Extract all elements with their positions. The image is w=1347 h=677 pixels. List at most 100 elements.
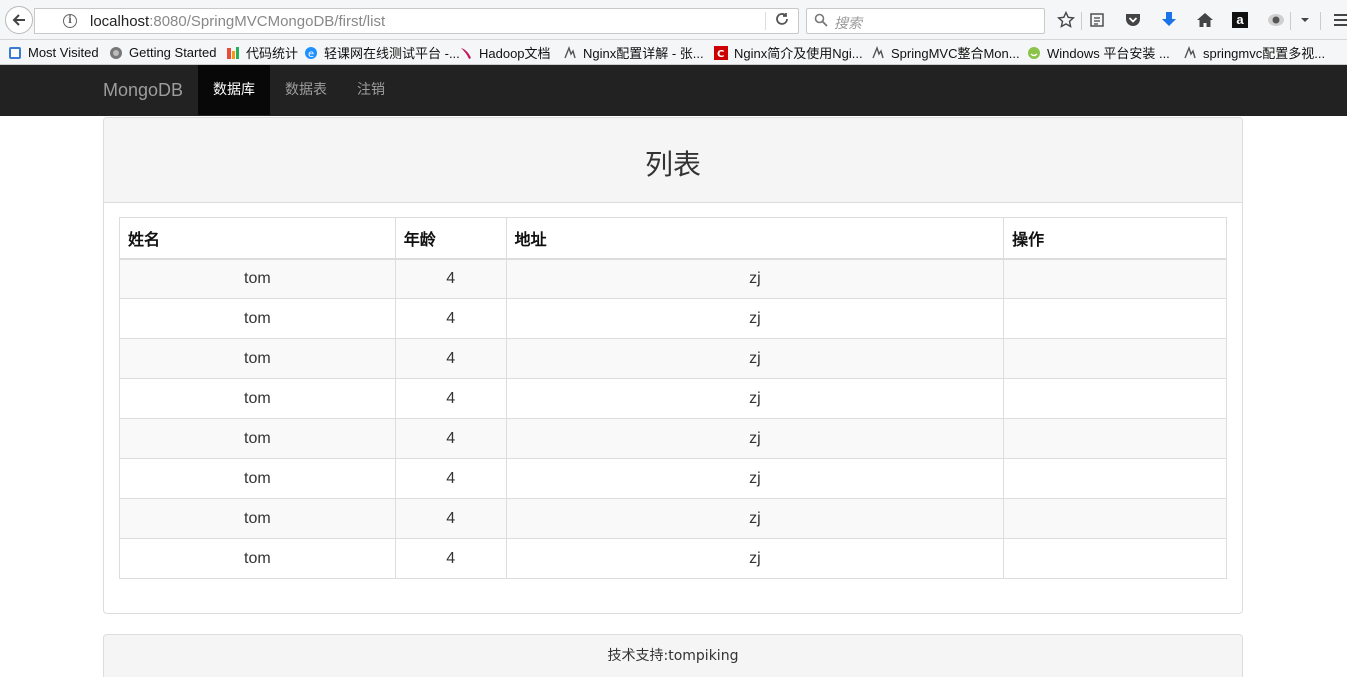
- url-bar[interactable]: i localhost:8080/SpringMVCMongoDB/first/…: [34, 8, 799, 34]
- search-input[interactable]: 搜索: [806, 8, 1045, 34]
- cell-name: tom: [119, 418, 396, 459]
- cell-address: zj: [505, 498, 1005, 539]
- site-info-icon[interactable]: i: [63, 14, 77, 28]
- bookmark-springmvc-views[interactable]: springmvc配置多视...: [1183, 44, 1325, 61]
- bookmark-online-test[interactable]: e 轻课网在线测试平台 -...: [304, 44, 460, 61]
- cell-age: 4: [394, 458, 507, 499]
- column-header-actions: 操作: [1003, 217, 1227, 260]
- cell-actions: [1003, 538, 1227, 579]
- table-row: tom 4 zj: [119, 418, 1227, 459]
- cell-actions: [1003, 338, 1227, 379]
- browser-toolbar: i localhost:8080/SpringMVCMongoDB/first/…: [0, 0, 1347, 40]
- cell-address: zj: [505, 458, 1005, 499]
- cell-name: tom: [119, 378, 396, 419]
- cell-actions: [1003, 258, 1227, 299]
- bookmarks-bar: Most Visited Getting Started 代码统计 e 轻课网在…: [0, 40, 1347, 65]
- footer: 技术支持:tompiking: [103, 634, 1243, 677]
- search-placeholder: 搜索: [834, 16, 862, 32]
- bookmark-most-visited[interactable]: Most Visited: [8, 44, 99, 61]
- smile-icon: [1027, 46, 1041, 60]
- list-panel: 列表 姓名 年龄 地址 操作 tom 4 zj tom 4 zj tom 4 zj tom 4…: [103, 117, 1243, 614]
- cell-actions: [1003, 498, 1227, 539]
- bookmark-star-icon[interactable]: [1055, 9, 1077, 31]
- cell-address: zj: [505, 538, 1005, 579]
- cell-age: 4: [394, 418, 507, 459]
- bookmark-code-stats[interactable]: 代码统计: [226, 44, 298, 61]
- toolbar-separator: [1081, 12, 1082, 30]
- cell-age: 4: [394, 538, 507, 579]
- bookmark-springmvc-mongo[interactable]: SpringMVC整合Mon...: [871, 44, 1020, 61]
- navbar: MongoDB 数据库 数据表 注销: [0, 65, 1347, 116]
- table-row: tom 4 zj: [119, 538, 1227, 579]
- back-button[interactable]: [5, 6, 33, 34]
- nav-item-datatable[interactable]: 数据表: [270, 65, 342, 115]
- cell-actions: [1003, 458, 1227, 499]
- reader-list-icon[interactable]: [1086, 9, 1108, 31]
- table-row: tom 4 zj: [119, 338, 1227, 379]
- toolbar-separator: [1290, 12, 1291, 30]
- page-title: 列表: [644, 148, 701, 181]
- bookmark-label: Hadoop文档: [479, 46, 551, 61]
- pocket-icon[interactable]: [1122, 9, 1144, 31]
- home-icon[interactable]: [1194, 9, 1216, 31]
- column-header-age: 年龄: [394, 217, 507, 260]
- toolbar-separator: [1320, 12, 1321, 30]
- amazon-icon[interactable]: a: [1229, 9, 1251, 31]
- extension-icon[interactable]: [1265, 9, 1287, 31]
- cell-age: 4: [394, 498, 507, 539]
- url-separator: [765, 12, 766, 30]
- cell-name: tom: [119, 538, 396, 579]
- download-icon[interactable]: [1158, 9, 1180, 31]
- cell-age: 4: [394, 338, 507, 379]
- chevron-down-icon[interactable]: [1294, 9, 1316, 31]
- svg-text:e: e: [308, 49, 314, 60]
- column-header-address: 地址: [505, 217, 1005, 260]
- url-host: localhost: [90, 12, 150, 30]
- reload-icon[interactable]: [774, 11, 790, 31]
- cell-name: tom: [119, 258, 396, 299]
- cell-address: zj: [505, 418, 1005, 459]
- back-arrow-icon: [12, 14, 25, 26]
- table-header-row: 姓名 年龄 地址 操作: [119, 217, 1227, 260]
- bookmark-label: Nginx简介及使用Ngi...: [734, 46, 863, 61]
- firefox-icon: [109, 46, 123, 60]
- bookmark-getting-started[interactable]: Getting Started: [109, 44, 216, 61]
- table-row: tom 4 zj: [119, 378, 1227, 419]
- table-row: tom 4 zj: [119, 458, 1227, 499]
- most-visited-icon: [8, 46, 22, 60]
- table-row: tom 4 zj: [119, 258, 1227, 299]
- cell-age: 4: [394, 378, 507, 419]
- nav-item-logout[interactable]: 注销: [342, 65, 400, 115]
- cell-name: tom: [119, 458, 396, 499]
- bookmark-label: Windows 平台安装 ...: [1047, 46, 1170, 61]
- feather-icon: [459, 46, 473, 60]
- bookmark-label: springmvc配置多视...: [1203, 46, 1326, 61]
- table-row: tom 4 zj: [119, 498, 1227, 539]
- bookmark-label: SpringMVC整合Mon...: [891, 46, 1020, 61]
- nav-item-database[interactable]: 数据库: [198, 65, 270, 115]
- bookmark-nginx-config[interactable]: Nginx配置详解 - 张...: [563, 44, 704, 61]
- cell-address: zj: [505, 378, 1005, 419]
- cell-address: zj: [505, 298, 1005, 339]
- bookmark-label: 代码统计: [246, 46, 299, 61]
- bookmark-icon: [871, 45, 885, 60]
- cell-name: tom: [119, 498, 396, 539]
- cell-actions: [1003, 418, 1227, 459]
- url-text: localhost:8080/SpringMVCMongoDB/first/li…: [90, 13, 385, 30]
- bookmark-hadoop[interactable]: Hadoop文档: [459, 44, 551, 61]
- cell-age: 4: [394, 298, 507, 339]
- bookmark-label: Most Visited: [28, 45, 99, 60]
- bookmark-label: Nginx配置详解 - 张...: [583, 46, 704, 61]
- bookmark-windows-install[interactable]: Windows 平台安装 ...: [1027, 44, 1170, 61]
- hamburger-menu-icon[interactable]: [1330, 9, 1347, 31]
- column-header-name: 姓名: [119, 217, 396, 260]
- csdn-icon: C: [714, 45, 728, 60]
- data-table: 姓名 年龄 地址 操作 tom 4 zj tom 4 zj tom 4 zj tom 4 zj …: [119, 217, 1227, 579]
- cell-age: 4: [394, 258, 507, 299]
- cell-name: tom: [119, 338, 396, 379]
- bookmark-nginx-intro[interactable]: C Nginx简介及使用Ngi...: [714, 44, 863, 61]
- svg-text:C: C: [717, 49, 724, 60]
- navbar-brand[interactable]: MongoDB: [103, 80, 183, 101]
- cell-name: tom: [119, 298, 396, 339]
- cell-address: zj: [505, 338, 1005, 379]
